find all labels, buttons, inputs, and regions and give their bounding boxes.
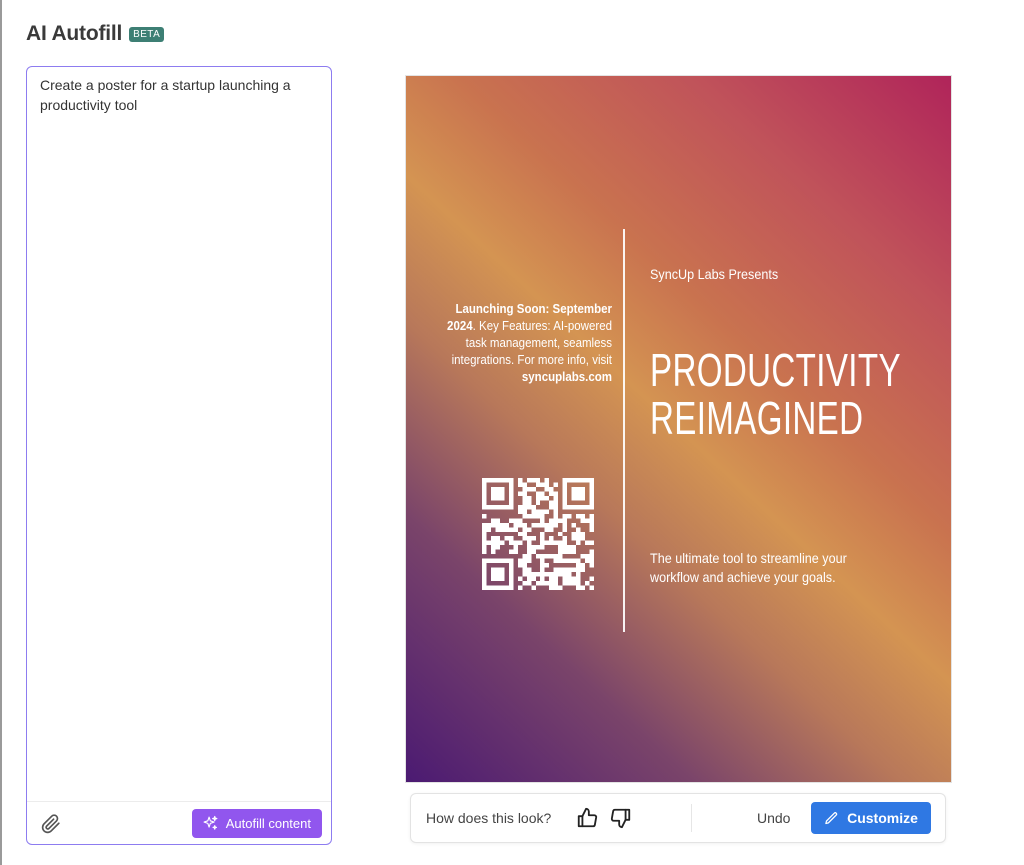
qr-code-icon xyxy=(482,478,594,590)
poster-divider xyxy=(623,229,625,632)
poster-details: Launching Soon: September 2024. Key Feat… xyxy=(441,301,612,386)
header: AI Autofill BETA xyxy=(26,22,165,46)
website: syncuplabs.com xyxy=(521,370,612,384)
attach-button[interactable] xyxy=(38,811,64,837)
feedback-bar: How does this look? Undo Customize xyxy=(410,793,946,843)
autofill-content-button[interactable]: Autofill content xyxy=(191,809,322,838)
page-title: AI Autofill xyxy=(26,22,123,45)
poster-tagline: The ultimate tool to streamline your wor… xyxy=(650,550,847,585)
thumbs-down-icon[interactable] xyxy=(610,807,632,829)
poster-headline: PRODUCTIVITY REIMAGINED xyxy=(650,344,901,444)
window-edge xyxy=(0,0,2,865)
feedback-question: How does this look? xyxy=(426,810,552,826)
prompt-footer: Autofill content xyxy=(27,801,331,844)
pencil-icon xyxy=(825,811,838,824)
poster-presents: SyncUp Labs Presents xyxy=(650,266,779,282)
autofill-label: Autofill content xyxy=(225,816,311,831)
prompt-panel: Autofill content xyxy=(26,66,332,845)
paperclip-icon xyxy=(41,814,60,834)
undo-button[interactable]: Undo xyxy=(757,810,790,826)
customize-label: Customize xyxy=(847,810,918,826)
beta-badge: BETA xyxy=(129,26,165,42)
launch-label: Launching Soon: xyxy=(455,302,550,316)
features-text: . Key Features: AI-powered task manageme… xyxy=(451,319,612,367)
thumbs-up-icon[interactable] xyxy=(576,807,598,829)
prompt-input[interactable] xyxy=(40,75,322,795)
poster-preview: SyncUp Labs Presents PRODUCTIVITY REIMAG… xyxy=(406,76,951,782)
customize-button[interactable]: Customize xyxy=(811,802,931,834)
feedback-separator xyxy=(691,804,692,832)
sparkles-icon xyxy=(203,815,218,830)
